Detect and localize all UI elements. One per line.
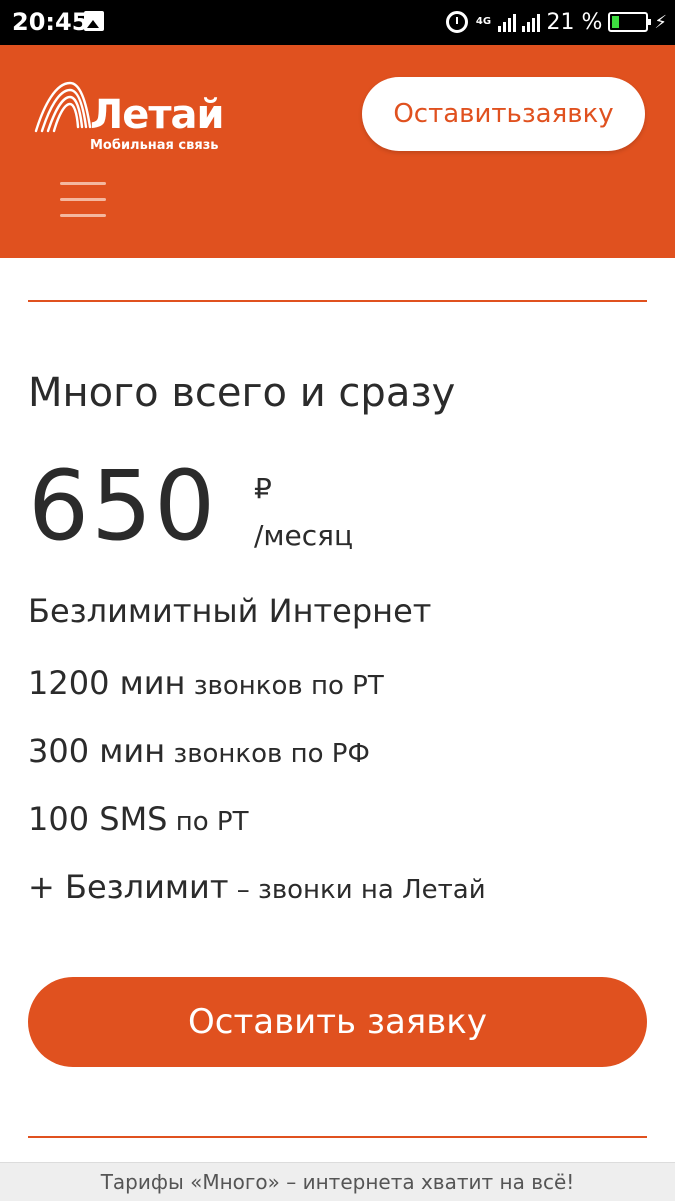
alarm-icon [446, 11, 469, 33]
image-icon [84, 11, 104, 31]
feature-internet: Безлимитный Интернет [28, 592, 432, 630]
status-time: 20:45 [12, 8, 89, 36]
request-button[interactable]: Оставить заявку [28, 977, 647, 1067]
brand-name: Летай [90, 92, 225, 138]
battery-icon [608, 12, 652, 32]
hamburger-icon[interactable] [60, 182, 106, 218]
signal-icon [498, 12, 517, 32]
header-request-button[interactable]: Оставитьзаявку [362, 77, 645, 151]
top-divider [28, 300, 647, 302]
tariff-title: Много всего и сразу [28, 370, 456, 416]
feature-sms: 100 SMS по РТ [28, 800, 249, 838]
tariff-price: 650 [28, 450, 218, 562]
brand-tagline: Мобильная связь [90, 138, 219, 153]
feature-minutes-rt: 1200 мин звонков по РТ [28, 664, 384, 702]
signal-icon-2 [522, 12, 541, 32]
charging-icon: ⚡ [654, 11, 667, 33]
feature-minutes-rf: 300 мин звонков по РФ [28, 732, 370, 770]
page-footer-banner: Тарифы «Много» – интернета хватит на всё… [0, 1162, 675, 1201]
status-icons: 4G 21 % ⚡ [446, 6, 667, 38]
currency-symbol: ₽ [254, 472, 272, 505]
site-header: Летай Мобильная связь Оставитьзаявку [0, 45, 675, 258]
logo-arc-icon [34, 81, 92, 133]
brand-logo[interactable]: Летай Мобильная связь [30, 77, 260, 157]
status-bar: 20:45 4G 21 % ⚡ [0, 0, 675, 45]
price-period: /месяц [254, 519, 354, 552]
network-type: 4G [475, 16, 492, 27]
feature-unlimited-calls: + Безлимит – звонки на Летай [28, 868, 486, 906]
battery-percent: 21 % [546, 9, 603, 35]
bottom-divider [28, 1136, 647, 1138]
